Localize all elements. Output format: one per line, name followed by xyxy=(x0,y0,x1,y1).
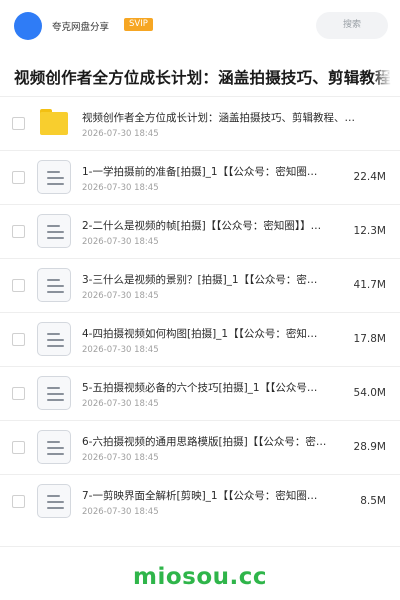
list-item-folder[interactable]: 视频创作者全方位成长计划：涵盖拍摄技巧、剪辑教程、… 2026-07-30 18… xyxy=(0,96,400,150)
page-title: 视频创作者全方位成长计划：涵盖拍摄技巧、剪辑教程、抖 xyxy=(14,69,400,87)
file-name: 2-二什么是视频的帧[拍摄]【【公众号：密知圈】】… xyxy=(82,220,322,232)
list-item[interactable]: 2-二什么是视频的帧[拍摄]【【公众号：密知圈】】… 2026-07-30 18… xyxy=(0,204,400,258)
watermark: miosou.cc xyxy=(132,564,268,590)
file-date: 2026-07-30 18:45 xyxy=(82,291,159,301)
list-item[interactable]: 1-一学拍摄前的准备[拍摄]_1【【公众号：密知圈… 2026-07-30 18… xyxy=(0,150,400,204)
list-item[interactable]: 5-五拍摄视频必备的六个技巧[拍摄]_1【【公众号… 2026-07-30 18… xyxy=(0,366,400,420)
header: 夸克网盘分享 SVIP 搜索 xyxy=(0,0,400,52)
checkbox[interactable] xyxy=(12,171,25,184)
document-icon xyxy=(37,376,71,410)
file-name: 视频创作者全方位成长计划：涵盖拍摄技巧、剪辑教程、… xyxy=(82,112,355,124)
file-date: 2026-07-30 18:45 xyxy=(82,237,159,247)
divider xyxy=(0,546,400,547)
file-size: 41.7M xyxy=(353,279,386,291)
search-button[interactable]: 搜索 xyxy=(316,12,388,39)
title-bar: 视频创作者全方位成长计划：涵盖拍摄技巧、剪辑教程、抖 2G xyxy=(0,60,400,92)
checkbox[interactable] xyxy=(12,495,25,508)
document-icon xyxy=(37,268,71,302)
file-size: 28.9M xyxy=(353,441,386,453)
file-list: 视频创作者全方位成长计划：涵盖拍摄技巧、剪辑教程、… 2026-07-30 18… xyxy=(0,96,400,528)
svip-badge: SVIP xyxy=(124,18,153,31)
file-name: 7-一剪映界面全解析[剪映]_1【【公众号：密知圈… xyxy=(82,490,318,502)
file-date: 2026-07-30 18:45 xyxy=(82,129,159,139)
file-size: 22.4M xyxy=(353,171,386,183)
file-size: 12.3M xyxy=(353,225,386,237)
file-date: 2026-07-30 18:45 xyxy=(82,399,159,409)
file-date: 2026-07-30 18:45 xyxy=(82,507,159,517)
checkbox[interactable] xyxy=(12,279,25,292)
checkbox[interactable] xyxy=(12,333,25,346)
file-name: 6-六拍摄视频的通用思路模版[拍摄]【【公众号：密… xyxy=(82,436,327,448)
document-icon xyxy=(37,214,71,248)
file-size: 17.8M xyxy=(353,333,386,345)
file-name: 4-四拍摄视频如何构图[拍摄]_1【【公众号：密知… xyxy=(82,328,318,340)
file-date: 2026-07-30 18:45 xyxy=(82,453,159,463)
file-date: 2026-07-30 18:45 xyxy=(82,183,159,193)
document-icon xyxy=(37,484,71,518)
file-name: 1-一学拍摄前的准备[拍摄]_1【【公众号：密知圈… xyxy=(82,166,318,178)
list-item[interactable]: 6-六拍摄视频的通用思路模版[拍摄]【【公众号：密… 2026-07-30 18… xyxy=(0,420,400,474)
list-item[interactable]: 3-三什么是视频的景别？[拍摄]_1【【公众号：密… 2026-07-30 18… xyxy=(0,258,400,312)
avatar[interactable] xyxy=(14,12,42,40)
file-name: 5-五拍摄视频必备的六个技巧[拍摄]_1【【公众号… xyxy=(82,382,318,394)
document-icon xyxy=(37,160,71,194)
file-size: 54.0M xyxy=(353,387,386,399)
checkbox[interactable] xyxy=(12,117,25,130)
list-item[interactable]: 4-四拍摄视频如何构图[拍摄]_1【【公众号：密知… 2026-07-30 18… xyxy=(0,312,400,366)
checkbox[interactable] xyxy=(12,225,25,238)
document-icon xyxy=(37,322,71,356)
checkbox[interactable] xyxy=(12,441,25,454)
share-user-name: 夸克网盘分享 xyxy=(52,22,110,33)
list-item[interactable]: 7-一剪映界面全解析[剪映]_1【【公众号：密知圈… 2026-07-30 18… xyxy=(0,474,400,528)
document-icon xyxy=(37,430,71,464)
file-name: 3-三什么是视频的景别？[拍摄]_1【【公众号：密… xyxy=(82,274,318,286)
file-date: 2026-07-30 18:45 xyxy=(82,345,159,355)
title-fade xyxy=(372,60,400,92)
checkbox[interactable] xyxy=(12,387,25,400)
folder-icon xyxy=(40,109,68,135)
file-size: 8.5M xyxy=(360,495,386,507)
